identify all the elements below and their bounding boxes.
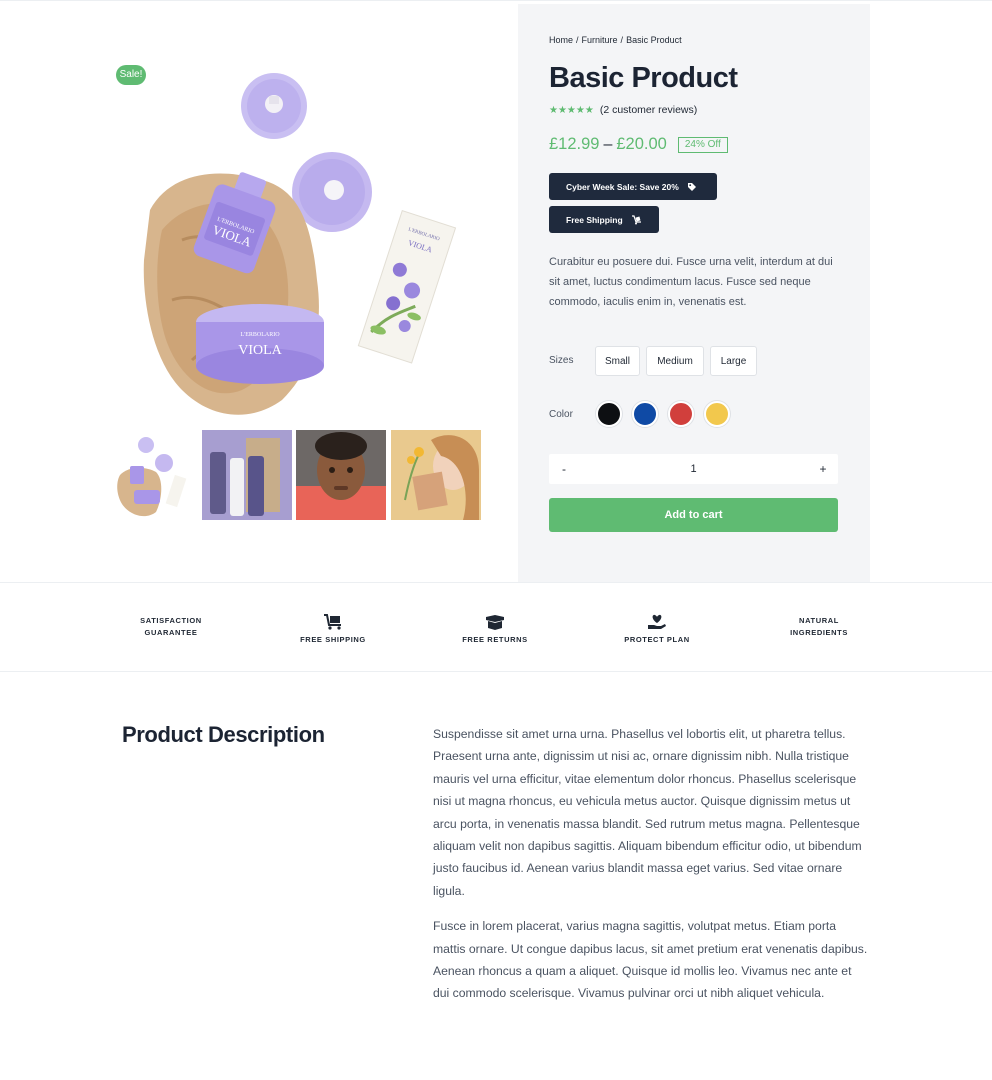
description-heading: Product Description <box>122 722 325 747</box>
hand-heart-icon <box>647 608 667 630</box>
size-large-button[interactable]: Large <box>710 346 757 376</box>
quantity-input[interactable] <box>589 454 798 484</box>
color-swatch-blue[interactable] <box>632 401 658 427</box>
thumbnail-2[interactable] <box>202 430 292 520</box>
quantity-stepper: - + <box>549 454 838 484</box>
color-swatch-yellow[interactable] <box>704 401 730 427</box>
feature-label: FREE SHIPPING <box>300 635 366 644</box>
quantity-increase-button[interactable]: + <box>808 454 838 484</box>
top-divider <box>0 0 992 1</box>
thumbnail-3[interactable] <box>296 430 386 520</box>
thumbnail-4[interactable] <box>391 430 481 520</box>
short-description: Curabitur eu posuere dui. Fusce urna vel… <box>549 256 833 308</box>
discount-badge: 24% Off <box>677 136 728 153</box>
price-separator: – <box>603 135 613 153</box>
add-to-cart-button[interactable]: Add to cart <box>549 498 838 532</box>
price-high: £20.00 <box>616 135 667 153</box>
thumbnail-image <box>112 430 202 520</box>
main-product-image[interactable]: L'ERBOLARIO VIOLA L'ERBOLARIO VIOLA L'ER… <box>112 40 484 424</box>
reviews-link[interactable]: (2 customer reviews) <box>600 104 697 116</box>
shipping-promo-button[interactable]: Free Shipping <box>549 206 659 233</box>
feature-label: SATISFACTION GUARANTEE <box>140 616 202 637</box>
features-strip: SATISFACTION GUARANTEE FREE SHIPPING FRE… <box>0 582 992 672</box>
color-swatch-red[interactable] <box>668 401 694 427</box>
description-paragraph: Fusce in lorem placerat, varius magna sa… <box>433 919 868 1001</box>
feature-label: PROTECT PLAN <box>624 635 690 644</box>
size-small-button[interactable]: Small <box>595 346 640 376</box>
product-summary: Home / Furniture / Basic Product Basic Produ… <box>518 4 870 582</box>
product-gallery: L'ERBOLARIO VIOLA L'ERBOLARIO VIOLA L'ER… <box>112 40 484 530</box>
product-rating: ★★★★★ (2 customer reviews) <box>549 104 697 116</box>
size-medium-button[interactable]: Medium <box>646 346 704 376</box>
thumbnail-image <box>202 430 292 520</box>
shipping-promo-label: Free Shipping <box>566 214 623 225</box>
sale-promo-button[interactable]: Cyber Week Sale: Save 20% <box>549 173 717 200</box>
feature-natural-ingredients: NATURAL INGREDIENTS <box>739 583 899 671</box>
breadcrumb: Home / Furniture / Basic Product <box>549 35 682 45</box>
sale-promo-label: Cyber Week Sale: Save 20% <box>566 181 679 192</box>
price-low: £12.99 <box>549 135 600 153</box>
breadcrumb-furniture[interactable]: Furniture <box>582 35 618 45</box>
svg-text:L'ERBOLARIO: L'ERBOLARIO <box>240 332 280 338</box>
feature-satisfaction: SATISFACTION GUARANTEE <box>91 583 251 671</box>
dolly-icon <box>631 214 641 224</box>
tag-icon <box>687 182 696 191</box>
thumbnail-image <box>391 430 481 520</box>
thumbnail-image <box>296 430 386 520</box>
thumbnail-1[interactable] <box>112 430 202 520</box>
sale-badge: Sale! <box>116 65 146 85</box>
truck-icon <box>323 608 343 630</box>
thumbnail-strip <box>112 430 484 520</box>
feature-protect-plan: PROTECT PLAN <box>577 583 737 671</box>
svg-text:VIOLA: VIOLA <box>238 343 282 358</box>
product-title: Basic Product <box>549 62 738 94</box>
breadcrumb-current: Basic Product <box>626 35 682 45</box>
price-range: £12.99 – £20.00 24% Off <box>549 135 728 154</box>
box-icon <box>485 608 505 630</box>
feature-label: FREE RETURNS <box>462 635 528 644</box>
feature-label: NATURAL INGREDIENTS <box>790 616 848 637</box>
breadcrumb-home[interactable]: Home <box>549 35 573 45</box>
feature-free-shipping: FREE SHIPPING <box>253 583 413 671</box>
quantity-decrease-button[interactable]: - <box>549 454 579 484</box>
description-paragraph: Suspendisse sit amet urna urna. Phasellu… <box>433 727 862 898</box>
color-label: Color <box>549 409 573 420</box>
feature-free-returns: FREE RETURNS <box>415 583 575 671</box>
sizes-label: Sizes <box>549 355 574 366</box>
star-rating-icon: ★★★★★ <box>549 104 594 116</box>
description-body: Suspendisse sit amet urna urna. Phasellu… <box>433 723 869 1005</box>
color-swatch-black[interactable] <box>596 401 622 427</box>
product-photo: L'ERBOLARIO VIOLA L'ERBOLARIO VIOLA L'ER… <box>143 73 457 415</box>
